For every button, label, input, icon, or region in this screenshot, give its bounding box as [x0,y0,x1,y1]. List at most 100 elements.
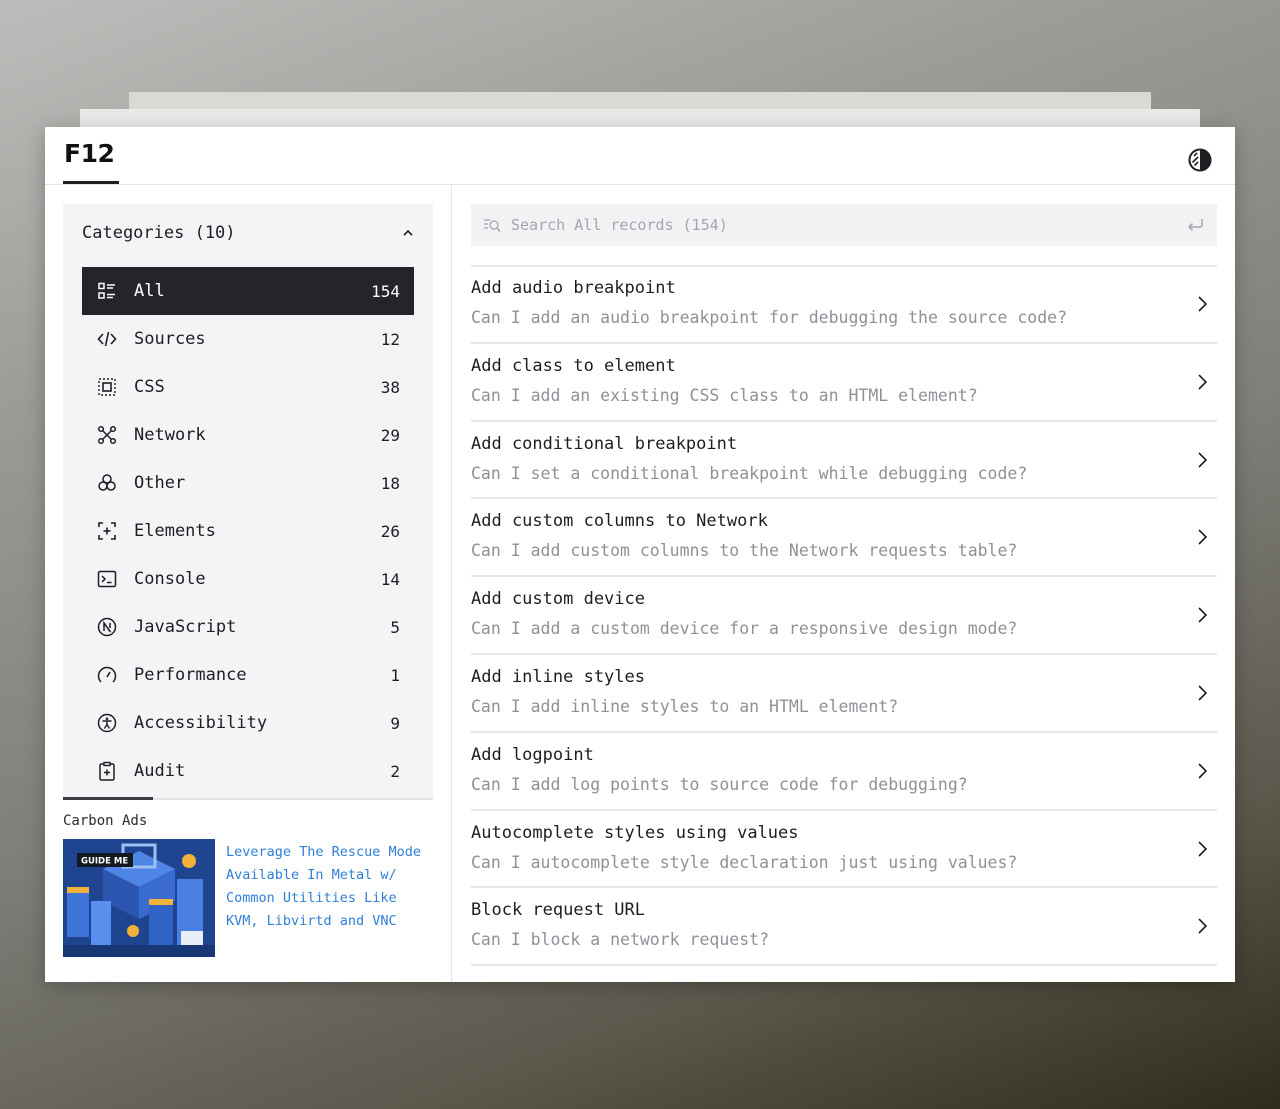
category-label: Elements [134,521,216,541]
record-title: Add inline styles [471,666,645,687]
category-count: 29 [380,425,400,445]
code-icon [97,329,117,349]
accessibility-icon [97,713,117,733]
chevron-right-icon [1198,841,1208,857]
clipboard-icon [97,761,117,781]
record-title: Add audio breakpoint [471,278,676,298]
network-icon [97,425,117,445]
category-label: Other [134,473,186,493]
gauge-icon [97,665,117,685]
app-window: F12 Categories (10) All 154 Sources 12 C… [45,127,1235,982]
category-item-javascript[interactable]: JavaScript 5 [82,603,414,651]
record-description: Can I add custom columns to the Network … [471,541,1018,561]
categories-header[interactable]: Categories (10) [63,204,433,262]
main-content: Add audio breakpoint Can I add an audio … [453,185,1235,982]
record-title: Add conditional breakpoint [471,433,738,454]
enter-key-icon[interactable] [1185,215,1205,235]
category-label: Audit [134,761,186,781]
record-title: Add custom columns to Network [471,511,768,532]
category-label: CSS [134,377,165,397]
chevron-right-icon [1198,374,1208,390]
list-icon [97,281,117,301]
record-item[interactable]: Add custom columns to Network Can I add … [471,499,1217,578]
category-item-elements[interactable]: Elements 26 [82,507,414,555]
category-count: 9 [390,713,400,733]
record-description: Can I add an audio breakpoint for debugg… [471,308,1068,327]
category-label: All [134,281,165,301]
record-description: Can I autocomplete style declaration jus… [471,852,1018,872]
record-item[interactable]: Add conditional breakpoint Can I set a c… [471,422,1217,500]
category-item-other[interactable]: Other 18 [82,459,414,507]
record-description: Can I add an existing CSS class to an HT… [471,385,978,405]
record-item[interactable]: Add inline styles Can I add inline style… [471,655,1217,733]
record-description: Can I set a conditional breakpoint while… [471,463,1028,483]
chevron-right-icon [1198,296,1208,312]
ad-link-text[interactable]: Leverage The Rescue Mode Available In Me… [226,841,436,933]
category-count: 5 [390,617,400,637]
category-item-performance[interactable]: Performance 1 [82,651,414,699]
category-item-network[interactable]: Network 29 [82,411,414,459]
category-item-console[interactable]: Console 14 [82,555,414,603]
categories-panel: Categories (10) All 154 Sources 12 CSS 3… [63,204,433,798]
search-input[interactable] [511,216,1185,234]
record-description: Can I block a network request? [471,930,770,950]
record-title: Add logpoint [471,744,594,765]
element-select-icon [97,521,117,541]
category-item-all[interactable]: All 154 [82,267,414,315]
categories-title: Categories (10) [82,223,236,243]
record-item[interactable]: Add class to element Can I add an existi… [471,344,1217,422]
ads-divider-accent [63,797,153,800]
circles-icon [97,473,117,493]
chevron-right-icon [1198,529,1208,545]
category-count: 26 [380,521,400,541]
ad-image-label: GUIDE ME [81,857,128,867]
record-description: Can I add inline styles to an HTML eleme… [471,696,899,716]
chevron-right-icon [1198,607,1208,623]
record-item[interactable]: Add logpoint Can I add log points to sou… [471,733,1217,811]
app-header: F12 [45,127,1235,185]
category-label: Console [134,569,206,589]
record-description: Can I add log points to source code for … [471,774,968,794]
category-count: 18 [380,473,400,493]
category-count: 154 [371,281,400,301]
ads-title: Carbon Ads [63,813,148,829]
css-frame-icon [97,377,117,397]
sidebar: Categories (10) All 154 Sources 12 CSS 3… [45,185,452,982]
contrast-icon [1188,148,1212,172]
records-list: Add audio breakpoint Can I add an audio … [471,266,1217,967]
chevron-up-icon [403,229,413,236]
javascript-icon [97,617,117,637]
logo[interactable]: F12 [64,139,115,168]
record-title: Add custom device [471,589,645,610]
category-label: Sources [134,329,206,349]
record-description: Can I add a custom device for a responsi… [471,619,1018,639]
record-title: Block request URL [471,900,645,921]
chevron-right-icon [1198,763,1208,779]
categories-list: All 154 Sources 12 CSS 38 Network 29 Oth… [82,267,414,795]
category-label: Accessibility [134,713,268,733]
category-item-accessibility[interactable]: Accessibility 9 [82,699,414,747]
category-item-audit[interactable]: Audit 2 [82,747,414,795]
record-item[interactable]: Add custom device Can I add a custom dev… [471,577,1217,655]
ad-image[interactable]: GUIDE ME [63,839,215,957]
record-item[interactable]: Block request URL Can I block a network … [471,888,1217,967]
terminal-icon [97,569,117,589]
category-count: 2 [390,761,400,781]
category-count: 14 [380,569,400,589]
search-bar[interactable] [471,204,1217,246]
chevron-right-icon [1198,685,1208,701]
category-label: Network [134,425,206,445]
record-item[interactable]: Add audio breakpoint Can I add an audio … [471,266,1217,344]
category-item-sources[interactable]: Sources 12 [82,315,414,363]
theme-toggle-button[interactable] [1187,147,1213,173]
category-count: 1 [390,665,400,685]
category-count: 38 [380,377,400,397]
category-label: JavaScript [134,617,237,637]
record-title: Autocomplete styles using values [471,822,799,843]
category-item-css[interactable]: CSS 38 [82,363,414,411]
record-title: Add class to element [471,355,676,376]
chevron-right-icon [1198,452,1208,468]
record-item[interactable]: Autocomplete styles using values Can I a… [471,811,1217,889]
chevron-right-icon [1198,918,1208,934]
category-count: 12 [380,329,400,349]
